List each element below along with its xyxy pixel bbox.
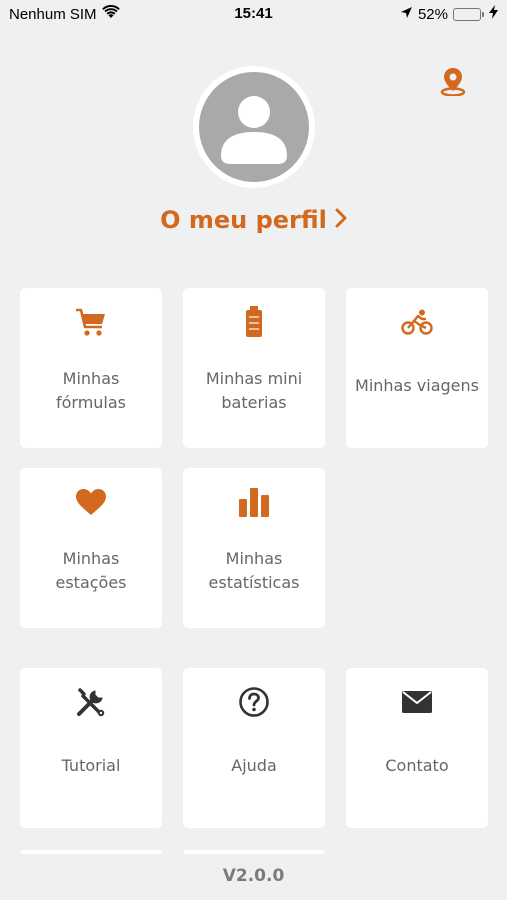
status-right: 52% xyxy=(400,5,498,23)
battery-percent: 52% xyxy=(417,5,448,23)
charging-bolt-icon xyxy=(489,5,498,23)
avatar[interactable] xyxy=(193,66,315,188)
tile-partial[interactable] xyxy=(20,850,162,854)
profile-link[interactable]: O meu perfil xyxy=(0,206,507,234)
tile-tutorial[interactable]: Tutorial xyxy=(20,668,162,828)
tile-statistics[interactable]: Minhas estatísticas xyxy=(183,468,325,628)
tile-formulas[interactable]: Minhas fórmulas xyxy=(20,288,162,448)
tile-label: Minhas mini baterias xyxy=(205,369,303,412)
bar-chart-icon xyxy=(183,484,325,520)
tile-mini-batteries[interactable]: Minhas mini baterias xyxy=(183,288,325,448)
battery-icon-status xyxy=(453,7,484,21)
location-pin-icon[interactable] xyxy=(438,66,468,97)
help-icon xyxy=(183,684,325,720)
tile-trips[interactable]: Minhas viagens xyxy=(346,288,488,448)
user-silhouette-icon xyxy=(199,72,309,182)
tile-label: Minhas estatísticas xyxy=(208,549,300,592)
envelope-icon xyxy=(346,684,488,720)
app-version: V2.0.0 xyxy=(222,866,285,886)
status-bar: Nenhum SIM 15:41 52% xyxy=(0,0,507,28)
tile-label: Ajuda xyxy=(231,756,277,775)
tile-contact[interactable]: Contato xyxy=(346,668,488,828)
tile-label: Minhas viagens xyxy=(355,376,479,395)
bicycle-icon xyxy=(346,304,488,340)
tile-stations[interactable]: Minhas estações xyxy=(20,468,162,628)
tile-help[interactable]: Ajuda xyxy=(183,668,325,828)
tile-label: Minhas fórmulas xyxy=(55,369,127,412)
tile-label: Contato xyxy=(385,756,449,775)
location-arrow-icon xyxy=(400,6,413,23)
cart-icon xyxy=(20,304,162,340)
heart-icon xyxy=(20,484,162,520)
tile-partial[interactable] xyxy=(183,850,325,854)
tile-label: Tutorial xyxy=(61,756,121,775)
tools-icon xyxy=(20,684,162,720)
battery-icon xyxy=(183,304,325,340)
profile-link-label: O meu perfil xyxy=(160,206,327,234)
tile-label: Minhas estações xyxy=(55,549,127,592)
chevron-right-icon xyxy=(335,206,347,234)
